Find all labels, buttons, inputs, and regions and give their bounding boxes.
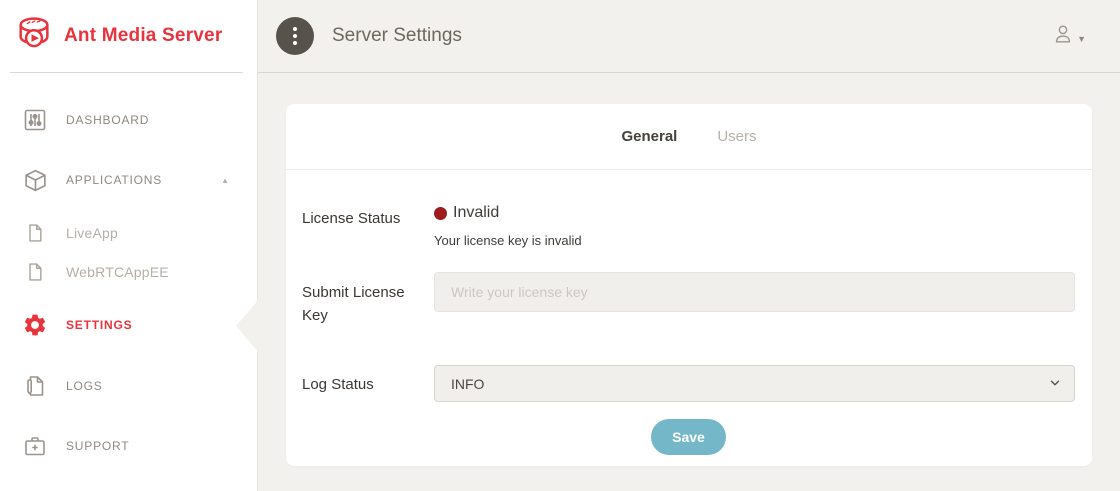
submit-license-key-label: Submit License Key — [302, 272, 434, 327]
sidebar-item-logs[interactable]: LOGS — [0, 367, 257, 405]
ant-media-logo-icon — [14, 15, 54, 58]
license-status-value-group: Invalid Your license key is invalid — [434, 198, 1075, 248]
server-settings-card: General Users License Status Invalid You… — [286, 104, 1092, 466]
sidebar-item-label: LiveApp — [66, 225, 118, 241]
log-status-selected-value: INFO — [451, 376, 484, 392]
kebab-menu-button[interactable] — [276, 17, 314, 55]
sliders-icon — [22, 107, 48, 133]
sidebar-item-label: WebRTCAppEE — [66, 264, 169, 280]
sidebar-item-label: LOGS — [66, 379, 103, 393]
sidebar-item-webrtcappee[interactable]: WebRTCAppEE — [0, 253, 257, 291]
sidebar-item-settings[interactable]: SETTINGS — [0, 306, 257, 344]
settings-tabs: General Users — [286, 104, 1092, 170]
first-aid-icon — [22, 433, 48, 459]
sidebar-item-applications[interactable]: APPLICATIONS ▲ — [0, 161, 257, 199]
file-icon — [22, 259, 48, 285]
gear-icon — [22, 312, 48, 338]
save-button[interactable]: Save — [651, 419, 726, 455]
header-bar: Server Settings ▼ — [258, 0, 1120, 73]
page-title: Server Settings — [332, 25, 462, 47]
sidebar: Ant Media Server DASHBOARD — [0, 0, 258, 491]
file-icon — [22, 220, 48, 246]
license-status-label: License Status — [302, 198, 434, 248]
sidebar-item-label: APPLICATIONS — [66, 173, 162, 187]
user-icon — [1052, 23, 1074, 50]
tab-users[interactable]: Users — [717, 128, 756, 145]
general-settings-form: License Status Invalid Your license key … — [286, 170, 1092, 455]
active-item-notch — [236, 299, 259, 353]
sidebar-divider — [10, 72, 243, 73]
status-dot-icon — [434, 207, 447, 220]
chevron-down-icon — [1048, 376, 1062, 393]
log-status-select[interactable]: INFO — [434, 365, 1075, 402]
chevron-down-icon: ▼ — [1077, 34, 1086, 44]
brand-name: Ant Media Server — [64, 25, 222, 47]
log-status-label: Log Status — [302, 365, 434, 402]
sidebar-item-label: DASHBOARD — [66, 113, 149, 127]
package-icon — [22, 167, 48, 193]
license-status-value: Invalid — [453, 204, 499, 222]
save-row: Save — [302, 419, 1075, 455]
collapse-caret-icon[interactable]: ▲ — [221, 176, 229, 185]
license-status-row: License Status Invalid Your license key … — [302, 198, 1075, 248]
kebab-menu-icon — [293, 27, 297, 31]
log-file-icon — [22, 373, 48, 399]
sidebar-item-support[interactable]: SUPPORT — [0, 427, 257, 465]
sidebar-item-label: SUPPORT — [66, 439, 129, 453]
brand-logo[interactable]: Ant Media Server — [0, 0, 257, 72]
app-window: Ant Media Server DASHBOARD — [0, 0, 1120, 491]
sidebar-item-liveapp[interactable]: LiveApp — [0, 214, 257, 252]
license-key-input[interactable] — [434, 272, 1075, 312]
tab-general[interactable]: General — [621, 128, 677, 145]
submit-license-key-row: Submit License Key — [302, 272, 1075, 327]
log-status-row: Log Status INFO — [302, 365, 1075, 402]
user-menu-button[interactable]: ▼ — [1052, 23, 1086, 50]
sidebar-item-dashboard[interactable]: DASHBOARD — [0, 101, 257, 139]
license-status-description: Your license key is invalid — [434, 233, 1075, 248]
sidebar-item-label: SETTINGS — [66, 318, 132, 332]
